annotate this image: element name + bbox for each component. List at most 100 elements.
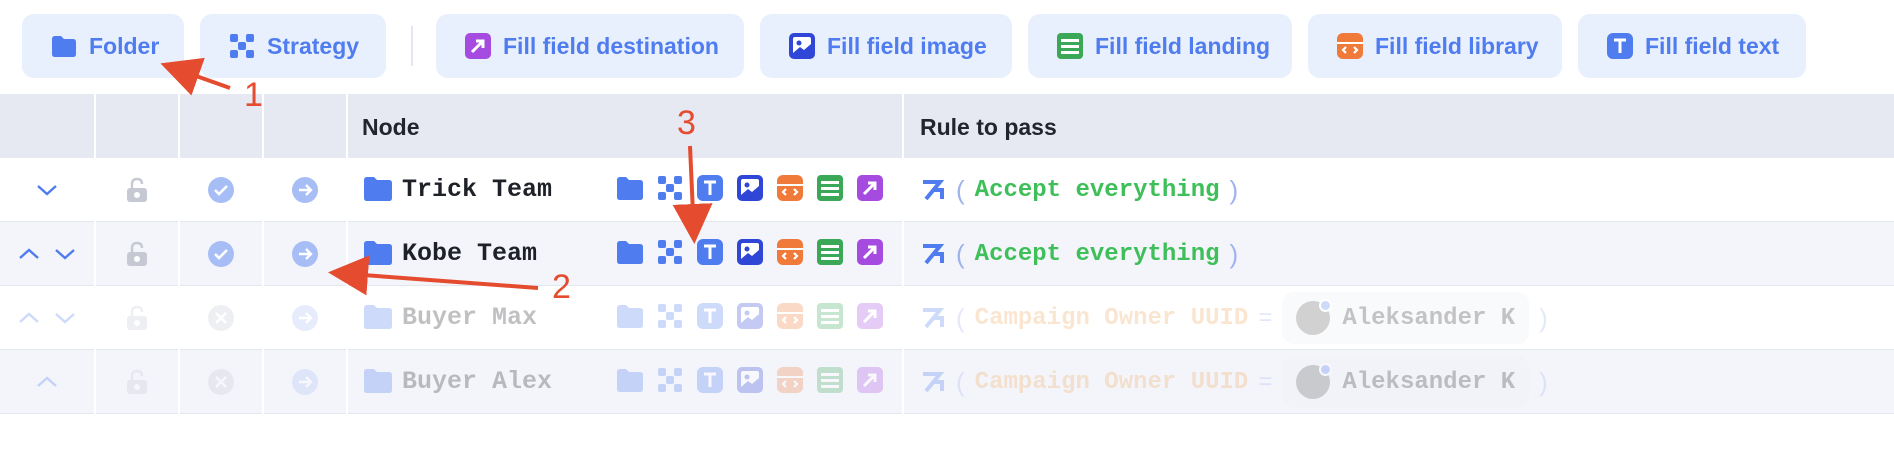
node-name[interactable]: Kobe Team <box>402 239 537 268</box>
toolbar: Folder Strategy Fill field destination F… <box>0 0 1894 94</box>
add-strategy-icon[interactable] <box>656 366 684 394</box>
go-to-button[interactable] <box>264 158 346 222</box>
rule-cell[interactable]: ( Campaign Owner UUID = Aleksander K ) <box>920 286 1558 350</box>
lock-toggle[interactable] <box>96 158 178 222</box>
fill-field-landing-label: Fill field landing <box>1095 32 1271 59</box>
add-folder-icon[interactable] <box>616 302 644 330</box>
image-icon <box>789 33 815 59</box>
folder-icon <box>364 177 392 201</box>
folder-icon <box>364 369 392 393</box>
fill-field-text-button[interactable]: Fill field text <box>1578 14 1806 78</box>
unlock-icon <box>127 177 147 202</box>
table-row: Buyer Alex ( Campaign Owner UUID = Aleks… <box>0 350 1894 414</box>
chevron-up-icon[interactable] <box>18 311 40 325</box>
enable-toggle[interactable] <box>180 350 262 414</box>
column-header-node: Node <box>362 114 420 140</box>
paren-close: ) <box>1539 366 1548 397</box>
folder-icon <box>364 305 392 329</box>
add-strategy-icon[interactable] <box>656 302 684 330</box>
add-folder-icon[interactable] <box>616 174 644 202</box>
fill-field-landing-button[interactable]: Fill field landing <box>1028 14 1292 78</box>
fill-field-image-button[interactable]: Fill field image <box>760 14 1012 78</box>
add-destination-icon[interactable] <box>856 366 884 394</box>
table-row: Trick Team ( Accept everything ) <box>0 158 1894 222</box>
node-name[interactable]: Buyer Max <box>402 303 537 332</box>
fill-field-destination-button[interactable]: Fill field destination <box>436 14 744 78</box>
lock-toggle[interactable] <box>96 350 178 414</box>
add-image-icon[interactable] <box>736 302 764 330</box>
paren-close: ) <box>1229 238 1239 269</box>
add-folder-icon[interactable] <box>616 238 644 266</box>
paren-open: ( <box>956 302 965 333</box>
add-text-icon[interactable] <box>696 366 724 394</box>
column-divider <box>94 94 96 414</box>
arrow-right-circle-icon <box>292 305 318 331</box>
enable-toggle[interactable] <box>180 286 262 350</box>
move-up-button[interactable] <box>0 350 94 414</box>
folder-button[interactable]: Folder <box>22 14 184 78</box>
node-actions <box>616 174 892 206</box>
rule-cell[interactable]: ( Accept everything ) <box>920 158 1248 222</box>
paren-open: ( <box>956 174 965 205</box>
add-strategy-icon[interactable] <box>656 174 684 202</box>
go-to-button[interactable] <box>264 222 346 286</box>
paren-open: ( <box>956 366 965 397</box>
add-library-icon[interactable] <box>776 302 804 330</box>
add-text-icon[interactable] <box>696 174 724 202</box>
rule-operator: = <box>1258 368 1273 395</box>
add-landing-icon[interactable] <box>816 366 844 394</box>
add-strategy-icon[interactable] <box>656 238 684 266</box>
add-destination-icon[interactable] <box>856 238 884 266</box>
add-destination-icon[interactable] <box>856 302 884 330</box>
add-library-icon[interactable] <box>776 366 804 394</box>
unlock-icon <box>127 305 147 330</box>
x-circle-icon <box>208 305 234 331</box>
move-down-button[interactable] <box>0 158 94 222</box>
rule-cell[interactable]: ( Accept everything ) <box>920 222 1248 286</box>
lock-toggle[interactable] <box>96 222 178 286</box>
add-text-icon[interactable] <box>696 238 724 266</box>
user-chip[interactable]: Aleksander K <box>1282 292 1530 344</box>
add-image-icon[interactable] <box>736 238 764 266</box>
rule-field: Campaign Owner UUID <box>974 304 1249 332</box>
text-icon <box>1607 33 1633 59</box>
add-landing-icon[interactable] <box>816 174 844 202</box>
enable-toggle[interactable] <box>180 222 262 286</box>
landing-icon <box>1057 33 1083 59</box>
rule-text: Accept everything <box>974 240 1220 268</box>
add-image-icon[interactable] <box>736 174 764 202</box>
unlock-icon <box>127 241 147 266</box>
lock-toggle[interactable] <box>96 286 178 350</box>
rule-icon <box>923 308 945 329</box>
add-library-icon[interactable] <box>776 174 804 202</box>
node-name[interactable]: Buyer Alex <box>402 367 552 396</box>
folder-icon <box>52 36 76 57</box>
add-image-icon[interactable] <box>736 366 764 394</box>
node-name[interactable]: Trick Team <box>402 175 552 204</box>
enable-toggle[interactable] <box>180 158 262 222</box>
chevron-up-icon[interactable] <box>18 247 40 261</box>
rule-cell[interactable]: ( Campaign Owner UUID = Aleksander K ) <box>920 350 1558 414</box>
fill-field-library-button[interactable]: Fill field library <box>1308 14 1562 78</box>
column-divider <box>178 94 180 414</box>
library-icon <box>1337 33 1363 59</box>
unlock-icon <box>127 369 147 394</box>
rule-icon <box>923 372 945 393</box>
strategy-button[interactable]: Strategy <box>200 14 386 78</box>
go-to-button[interactable] <box>264 350 346 414</box>
table-row: Kobe Team ( Accept everything ) <box>0 222 1894 286</box>
add-folder-icon[interactable] <box>616 366 644 394</box>
column-header-rule: Rule to pass <box>920 114 1057 140</box>
add-landing-icon[interactable] <box>816 302 844 330</box>
arrow-right-circle-icon <box>292 369 318 395</box>
add-destination-icon[interactable] <box>856 174 884 202</box>
chevron-down-icon[interactable] <box>54 311 76 325</box>
destination-icon <box>465 33 491 59</box>
chevron-down-icon[interactable] <box>54 247 76 261</box>
add-library-icon[interactable] <box>776 238 804 266</box>
go-to-button[interactable] <box>264 286 346 350</box>
add-landing-icon[interactable] <box>816 238 844 266</box>
user-chip[interactable]: Aleksander K <box>1282 356 1530 408</box>
table-header: Node Rule to pass <box>0 94 1894 158</box>
add-text-icon[interactable] <box>696 302 724 330</box>
